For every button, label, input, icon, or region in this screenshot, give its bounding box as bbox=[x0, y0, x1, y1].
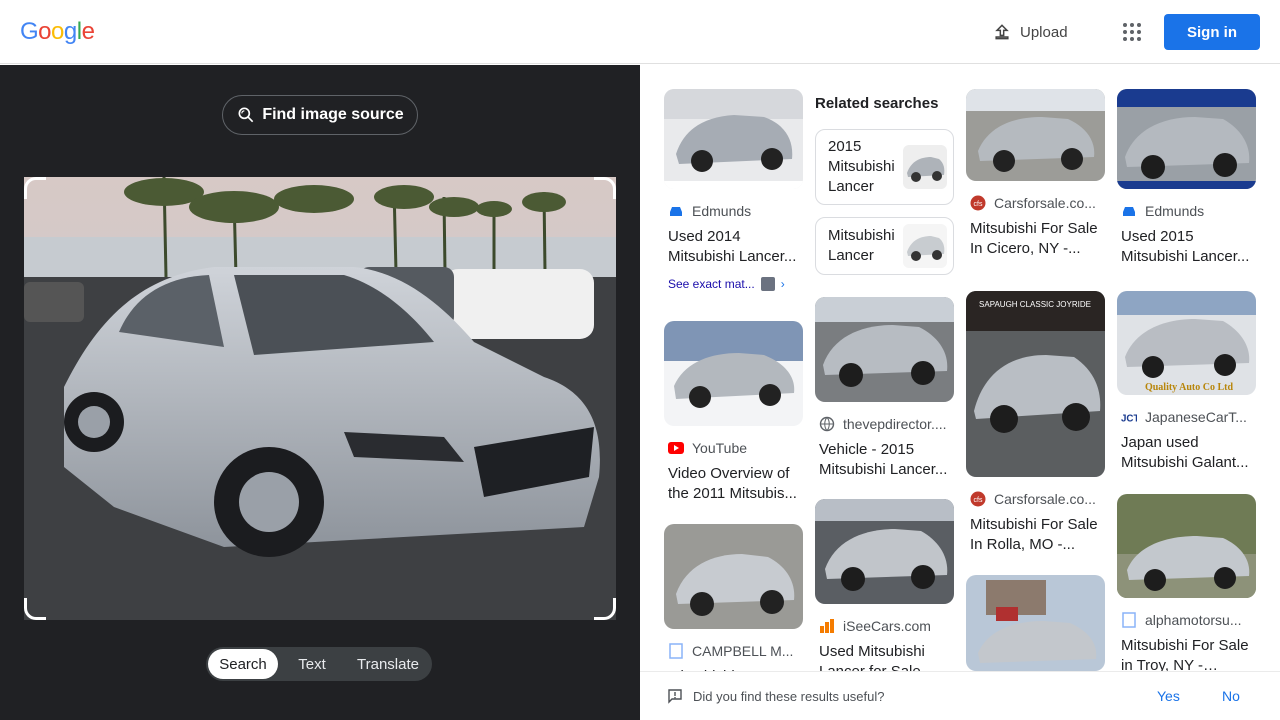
car-icon bbox=[668, 203, 684, 219]
related-search-chip[interactable]: Mitsubishi Lancer bbox=[815, 217, 954, 275]
find-image-source-label: Find image source bbox=[262, 106, 404, 123]
tab-search[interactable]: Search bbox=[208, 649, 278, 679]
apps-grid-icon[interactable] bbox=[1120, 20, 1144, 44]
related-search-text: 2015 Mitsubishi Lancer bbox=[828, 138, 895, 195]
related-search-thumbnail bbox=[903, 224, 947, 268]
feedback-icon bbox=[668, 689, 682, 704]
result-card[interactable]: cfs Carsforsale.co... Mitsubishi For Sale… bbox=[966, 89, 1105, 259]
result-title[interactable]: Vehicle - 2015 Mitsubishi Lancer... bbox=[819, 440, 951, 480]
see-exact-matches-link[interactable]: See exact mat... › bbox=[668, 277, 803, 291]
lens-search-icon bbox=[238, 107, 254, 123]
logo-letter: o bbox=[38, 18, 52, 45]
see-exact-label: See exact mat... bbox=[668, 277, 755, 291]
result-thumbnail[interactable] bbox=[664, 321, 803, 426]
result-source: Carsforsale.co... bbox=[994, 491, 1096, 507]
results-panel: Edmunds Used 2014 Mitsubishi Lancer... S… bbox=[640, 65, 1280, 720]
feedback-no-button[interactable]: No bbox=[1222, 688, 1240, 704]
result-thumbnail[interactable] bbox=[664, 524, 803, 629]
related-search-chip[interactable]: 2015 Mitsubishi Lancer bbox=[815, 129, 954, 205]
result-thumbnail[interactable] bbox=[1117, 494, 1256, 598]
chevron-right-icon: › bbox=[780, 277, 785, 291]
result-thumbnail[interactable] bbox=[815, 297, 954, 402]
lens-mode-tabs: Search Text Translate bbox=[206, 647, 432, 681]
result-card[interactable]: Quality Auto Co Ltd JCT JapaneseCarT... J… bbox=[1117, 291, 1256, 473]
result-title[interactable]: Japan used Mitsubishi Galant... bbox=[1121, 433, 1253, 473]
result-source: YouTube bbox=[692, 440, 748, 456]
exact-match-thumb-icon bbox=[760, 277, 775, 291]
tab-text[interactable]: Text bbox=[278, 649, 346, 679]
tab-translate[interactable]: Translate bbox=[346, 649, 430, 679]
result-source: JapaneseCarT... bbox=[1145, 409, 1247, 425]
feedback-question: Did you find these results useful? bbox=[693, 688, 885, 704]
sign-in-button[interactable]: Sign in bbox=[1164, 14, 1260, 50]
result-card[interactable]: thevepdirector.... Vehicle - 2015 Mitsub… bbox=[815, 297, 954, 480]
result-source: alphamotorsu... bbox=[1145, 612, 1242, 628]
result-title[interactable]: Used 2014 Mitsubishi Lancer... bbox=[668, 227, 800, 267]
result-thumbnail[interactable] bbox=[1117, 89, 1256, 189]
result-source: Carsforsale.co... bbox=[994, 195, 1096, 211]
result-source: iSeeCars.com bbox=[843, 618, 931, 634]
result-card[interactable]: Edmunds Used 2014 Mitsubishi Lancer... S… bbox=[664, 89, 803, 291]
result-card[interactable]: alphamotorsu... Mitsubishi For Sale in T… bbox=[1117, 494, 1256, 676]
result-source: CAMPBELL M... bbox=[692, 643, 794, 659]
upload-icon bbox=[995, 24, 1009, 40]
car-icon bbox=[1121, 203, 1137, 219]
result-source: Edmunds bbox=[692, 203, 752, 219]
svg-text:cfs: cfs bbox=[974, 497, 983, 504]
result-card[interactable]: YouTube Video Overview of the 2011 Mitsu… bbox=[664, 321, 803, 504]
result-thumbnail[interactable]: Quality Auto Co Ltd bbox=[1117, 291, 1256, 395]
result-thumbnail[interactable] bbox=[966, 89, 1105, 181]
upload-label: Upload bbox=[1020, 23, 1068, 41]
result-title[interactable]: Mitsubishi For Sale in Troy, NY - ALPH..… bbox=[1121, 636, 1253, 676]
feedback-yes-button[interactable]: Yes bbox=[1157, 688, 1180, 704]
globe-icon bbox=[819, 416, 835, 432]
crop-corner-bottom-left[interactable] bbox=[24, 598, 46, 620]
query-image-panel: Find image source Search Text Translate bbox=[0, 65, 640, 720]
result-thumbnail[interactable] bbox=[966, 575, 1105, 671]
result-title[interactable]: Mitsubishi For Sale In Cicero, NY -... bbox=[970, 219, 1102, 259]
result-source: thevepdirector.... bbox=[843, 416, 947, 432]
iseecars-icon bbox=[819, 618, 835, 634]
result-card[interactable]: iSeeCars.com Used Mitsubishi Lancer for … bbox=[815, 499, 954, 682]
svg-text:cfs: cfs bbox=[974, 201, 983, 208]
quality-overlay-text: Quality Auto Co Ltd bbox=[1145, 382, 1234, 393]
logo-letter: o bbox=[51, 18, 64, 45]
jct-icon: JCT bbox=[1121, 409, 1137, 425]
related-search-thumbnail bbox=[903, 145, 947, 189]
logo-letter: e bbox=[81, 18, 95, 45]
cfs-icon: cfs bbox=[970, 195, 986, 211]
sapaugh-overlay-text: SAPAUGH CLASSIC JOYRIDE bbox=[979, 300, 1091, 309]
result-card[interactable]: CAMPBELL M... Mitsubishi Lancer bbox=[664, 524, 803, 687]
header: Google Upload Sign in bbox=[0, 0, 1280, 64]
logo-letter: G bbox=[20, 18, 39, 45]
find-image-source-button[interactable]: Find image source bbox=[222, 95, 418, 135]
result-source: Edmunds bbox=[1145, 203, 1205, 219]
cfs-icon: cfs bbox=[970, 491, 986, 507]
upload-button[interactable]: Upload bbox=[992, 20, 1068, 44]
related-search-text: Mitsubishi Lancer bbox=[828, 227, 895, 264]
page-icon bbox=[668, 643, 684, 659]
result-thumbnail[interactable]: SAPAUGH CLASSIC JOYRIDE bbox=[966, 291, 1105, 477]
google-logo[interactable]: Google bbox=[20, 18, 95, 46]
crop-corner-top-right[interactable] bbox=[594, 177, 616, 199]
result-thumbnail[interactable] bbox=[664, 89, 803, 189]
result-thumbnail[interactable] bbox=[815, 499, 954, 604]
crop-corner-top-left[interactable] bbox=[24, 177, 46, 199]
result-title[interactable]: Used 2015 Mitsubishi Lancer... bbox=[1121, 227, 1253, 267]
result-title[interactable]: Video Overview of the 2011 Mitsubis... bbox=[668, 464, 800, 504]
result-card[interactable]: Edmunds Used 2015 Mitsubishi Lancer... bbox=[1117, 89, 1256, 267]
page-icon bbox=[1121, 612, 1137, 628]
logo-letter: g bbox=[63, 18, 77, 45]
svg-text:JCT: JCT bbox=[1121, 413, 1137, 424]
result-card[interactable] bbox=[966, 575, 1105, 671]
result-title[interactable]: Mitsubishi For Sale In Rolla, MO -... bbox=[970, 515, 1102, 555]
youtube-icon bbox=[668, 440, 684, 456]
query-car-image[interactable] bbox=[24, 177, 616, 620]
feedback-bar: Did you find these results useful? Yes N… bbox=[640, 671, 1280, 720]
related-searches-heading: Related searches bbox=[815, 95, 939, 112]
result-card[interactable]: SAPAUGH CLASSIC JOYRIDE cfs Carsforsale.c… bbox=[966, 291, 1105, 555]
